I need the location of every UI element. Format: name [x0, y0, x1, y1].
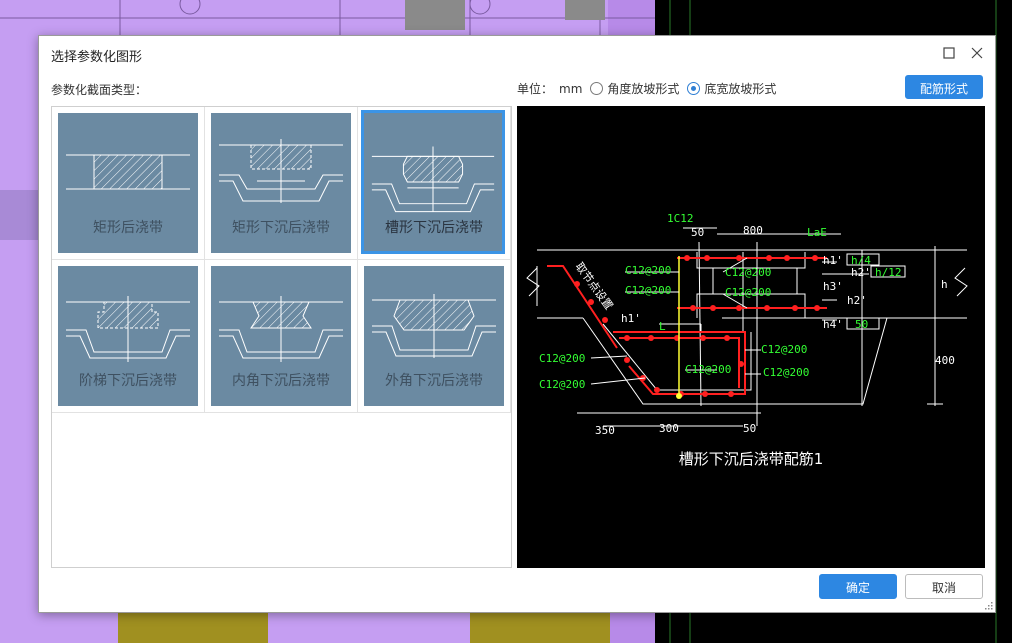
shape-option-rectangular-sunken[interactable]: 矩形下沉后浇带 [205, 107, 358, 260]
label-dim-50-left: 50 [691, 226, 704, 239]
shape-option-label: 阶梯下沉后浇带 [79, 373, 177, 389]
section-type-list[interactable]: 矩形后浇带 矩形下沉后浇带 槽形下沉后浇带 阶梯下沉后浇带 内角下沉后浇带 外角… [51, 106, 512, 568]
ok-button[interactable]: 确定 [819, 574, 897, 599]
shape-option-label: 矩形下沉后浇带 [232, 220, 330, 236]
shape-option-stepped-sunken[interactable]: 阶梯下沉后浇带 [52, 260, 205, 413]
label-dim-300: 300 [659, 422, 679, 435]
label-h2-mid: h2' [847, 294, 867, 307]
label-c12-e: C12@200 [761, 343, 807, 356]
select-parametric-shape-dialog: 选择参数化图形 参数化截面类型： 矩形后浇带 矩形下沉后浇带 槽形下沉后浇带 阶… [38, 35, 996, 613]
unit-row: 单位： mm 角度放坡形式 底宽放坡形式 [517, 80, 776, 97]
radio-bottom-width-slope-label: 底宽放坡形式 [704, 82, 777, 96]
shape-option-channel-sunken[interactable]: 槽形下沉后浇带 [358, 107, 511, 260]
dialog-title: 选择参数化图形 [51, 50, 143, 65]
cancel-button[interactable]: 取消 [905, 574, 983, 599]
shape-option-label: 内角下沉后浇带 [232, 373, 330, 389]
label-c12-f: C12@200 [539, 352, 585, 365]
label-c12-c: C12@200 [625, 284, 671, 297]
label-dim-350: 350 [595, 424, 615, 437]
label-L: L [659, 320, 666, 333]
label-c12-i: C12@200 [539, 378, 585, 391]
radio-angle-slope-label: 角度放坡形式 [607, 82, 680, 96]
shape-option-label: 槽形下沉后浇带 [385, 220, 483, 236]
label-c12-h: C12@200 [763, 366, 809, 379]
label-h12-box: h/12 [875, 266, 902, 279]
label-lae: LaE [807, 226, 827, 239]
section-type-label: 参数化截面类型： [51, 83, 148, 97]
section-preview: 1C12 50 800 LaE h1' h/4 h2' h/12 h3' h2'… [517, 106, 985, 568]
label-box-50: 50 [855, 318, 868, 331]
radio-dot[interactable] [687, 82, 701, 95]
label-c12-b: C12@200 [725, 266, 771, 279]
unit-label: 单位： [517, 82, 554, 96]
shape-option-label: 外角下沉后浇带 [385, 373, 483, 389]
label-h2-top: h2' [851, 266, 871, 279]
close-icon [971, 47, 983, 59]
shape-option-label: 矩形后浇带 [93, 220, 163, 236]
radio-dot[interactable] [590, 82, 604, 95]
label-h4: h4' [823, 318, 843, 331]
label-h: h [941, 278, 948, 291]
resize-grip-icon[interactable] [983, 600, 993, 610]
radio-bottom-width-slope[interactable]: 底宽放坡形式 [687, 80, 776, 97]
unit-value: mm [559, 81, 583, 96]
label-c12-a: C12@200 [625, 264, 671, 277]
dialog-titlebar[interactable]: 选择参数化图形 [39, 36, 995, 72]
shape-option-rectangular[interactable]: 矩形后浇带 [52, 107, 205, 260]
maximize-button[interactable] [937, 42, 961, 66]
maximize-icon [943, 47, 955, 59]
close-button[interactable] [965, 42, 989, 66]
shape-option-inner-corner-sunken[interactable]: 内角下沉后浇带 [205, 260, 358, 413]
rebar-detail-drawing: 1C12 50 800 LaE h1' h/4 h2' h/12 h3' h2'… [526, 212, 968, 437]
shape-option-outer-corner-sunken[interactable]: 外角下沉后浇带 [358, 260, 511, 413]
label-dim-400: 400 [935, 354, 955, 367]
label-top-bar: 1C12 [667, 212, 694, 225]
label-dim-800: 800 [743, 224, 763, 237]
label-dim-50-bottom: 50 [743, 422, 756, 435]
label-c12-g: C12@200 [685, 363, 731, 376]
radio-angle-slope[interactable]: 角度放坡形式 [590, 80, 679, 97]
preview-caption: 槽形下沉后浇带配筋1 [678, 450, 824, 468]
label-c12-d: C12@200 [725, 286, 771, 299]
label-h3: h3' [823, 280, 843, 293]
label-h1-mid: h1' [621, 312, 641, 325]
label-h1-top: h1' [823, 254, 843, 267]
rebar-form-button[interactable]: 配筋形式 [905, 75, 983, 99]
